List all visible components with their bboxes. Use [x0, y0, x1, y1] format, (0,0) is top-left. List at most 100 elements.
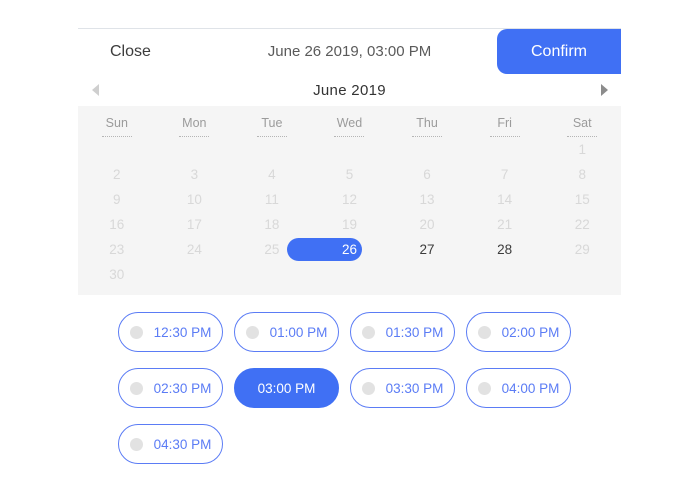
weekday-label: Mon — [179, 113, 210, 137]
day-cell — [466, 137, 544, 162]
day-number: 23 — [109, 242, 125, 257]
time-slot[interactable]: 04:30 PM — [118, 424, 223, 464]
time-slot[interactable]: 02:00 PM — [466, 312, 571, 352]
day-cell: 24 — [156, 237, 234, 262]
prev-month-button[interactable] — [82, 74, 108, 106]
day-cell — [388, 262, 466, 287]
calendar-week-row: 16 17 18 19 20 21 22 — [78, 212, 621, 237]
day-cell — [233, 137, 311, 162]
day-cell — [156, 262, 234, 287]
day-number: 11 — [264, 192, 279, 207]
day-number: 6 — [423, 167, 431, 182]
time-slot[interactable]: 01:00 PM — [234, 312, 339, 352]
time-slot-label: 04:00 PM — [501, 380, 560, 396]
calendar-week-row: 1 — [78, 137, 621, 162]
triangle-left-icon — [91, 84, 99, 96]
next-month-button[interactable] — [591, 74, 617, 106]
day-number: 15 — [574, 192, 590, 207]
day-number: 14 — [497, 192, 513, 207]
day-cell — [78, 137, 156, 162]
weekday-label: Thu — [412, 113, 443, 137]
day-cell — [466, 262, 544, 287]
slot-status-dot-icon — [477, 325, 491, 339]
datetime-picker: Close June 26 2019, 03:00 PM Confirm Jun… — [78, 28, 621, 480]
day-cell — [156, 137, 234, 162]
slot-status-dot-icon — [245, 325, 259, 339]
day-number: 20 — [419, 217, 435, 232]
day-number: 24 — [186, 242, 202, 257]
slot-status-dot-icon — [129, 381, 143, 395]
day-cell — [311, 262, 389, 287]
slot-status-dot-icon — [129, 437, 143, 451]
day-cell: 4 — [233, 162, 311, 187]
day-cell: 13 — [388, 187, 466, 212]
day-number: 27 — [419, 242, 435, 257]
time-slot-label: 02:30 PM — [153, 380, 212, 396]
day-cell: 21 — [466, 212, 544, 237]
day-cell[interactable]: 28 — [466, 237, 544, 262]
day-cell: 3 — [156, 162, 234, 187]
day-cell-selected[interactable]: 26 — [287, 237, 389, 262]
time-slot-label: 03:00 PM — [257, 380, 316, 396]
time-slot-label: 01:30 PM — [385, 324, 444, 340]
time-slot[interactable]: 01:30 PM — [350, 312, 455, 352]
day-cell: 18 — [233, 212, 311, 237]
weekday-label: Fri — [489, 113, 520, 137]
day-cell: 12 — [311, 187, 389, 212]
slot-status-dot-icon — [361, 325, 375, 339]
time-slot[interactable]: 02:30 PM — [118, 368, 223, 408]
day-cell: 16 — [78, 212, 156, 237]
slot-status-dot-icon — [477, 381, 491, 395]
month-navigation: June 2019 — [78, 74, 621, 106]
time-slot[interactable]: 04:00 PM — [466, 368, 571, 408]
day-cell: 11 — [233, 187, 311, 212]
day-number: 4 — [268, 167, 276, 182]
day-number: 29 — [574, 242, 590, 257]
day-cell: 10 — [156, 187, 234, 212]
time-slot-label: 01:00 PM — [269, 324, 328, 340]
time-slot-selected[interactable]: 03:00 PM — [234, 368, 339, 408]
day-cell: 30 — [78, 262, 156, 287]
day-number: 7 — [500, 167, 509, 182]
day-cell: 1 — [543, 137, 621, 162]
calendar-week-row: 30 — [78, 262, 621, 287]
day-number: 13 — [419, 192, 435, 207]
day-number: 19 — [341, 217, 357, 232]
day-cell — [233, 262, 311, 287]
day-number: 22 — [574, 217, 590, 232]
calendar-grid: Sun Mon Tue Wed Thu Fri Sat 1 2 3 4 5 6 7 8 9 10 11 12 13 1… — [78, 106, 621, 295]
day-cell: 8 — [543, 162, 621, 187]
day-cell — [543, 262, 621, 287]
day-cell: 15 — [543, 187, 621, 212]
day-grid: 1 2 3 4 5 6 7 8 9 10 11 12 13 14 15 16 17 18 19 20 21 22 23 24 2… — [78, 137, 621, 287]
day-number: 17 — [186, 217, 202, 232]
slot-status-dot-icon — [361, 381, 375, 395]
weekday-label: Wed — [334, 113, 365, 137]
day-number: 16 — [109, 217, 125, 232]
day-number: 3 — [190, 167, 199, 182]
time-slot-label: 04:30 PM — [153, 436, 212, 452]
day-number: 26 — [341, 242, 357, 257]
confirm-button[interactable]: Confirm — [497, 29, 621, 74]
day-number: 9 — [113, 192, 121, 207]
day-cell — [311, 137, 389, 162]
month-year-label: June 2019 — [313, 81, 386, 99]
day-cell[interactable]: 27 — [388, 237, 466, 262]
weekday-header-row: Sun Mon Tue Wed Thu Fri Sat — [78, 106, 621, 137]
picker-header: Close June 26 2019, 03:00 PM Confirm — [78, 29, 621, 74]
day-cell: 22 — [543, 212, 621, 237]
day-cell: 9 — [78, 187, 156, 212]
time-slot[interactable]: 03:30 PM — [350, 368, 455, 408]
day-cell: 5 — [311, 162, 389, 187]
day-cell: 17 — [156, 212, 234, 237]
day-number: 21 — [497, 217, 513, 232]
day-cell: 7 — [466, 162, 544, 187]
day-number: 30 — [109, 267, 125, 282]
day-cell: 19 — [311, 212, 389, 237]
calendar-week-row: 2 3 4 5 6 7 8 — [78, 162, 621, 187]
time-slot-list: 12:30 PM 01:00 PM 01:30 PM 02:00 PM 02:30 PM… — [78, 295, 621, 480]
day-cell: 14 — [466, 187, 544, 212]
day-number: 18 — [264, 217, 280, 232]
day-number: 8 — [578, 167, 586, 182]
time-slot[interactable]: 12:30 PM — [118, 312, 223, 352]
